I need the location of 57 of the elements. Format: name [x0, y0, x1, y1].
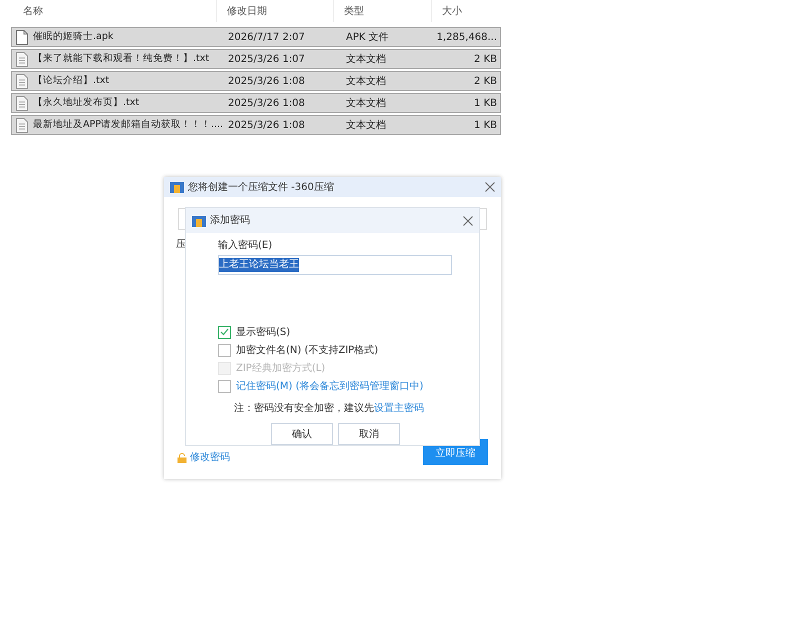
text-file-icon — [16, 52, 28, 66]
file-row[interactable]: 【永久地址发布页】.txt 2025/3/26 1:08 文本文档 1 KB — [11, 93, 501, 113]
file-type: 文本文档 — [345, 74, 387, 88]
file-row[interactable]: 【论坛介绍】.txt 2025/3/26 1:08 文本文档 2 KB — [11, 71, 501, 91]
text-file-icon — [16, 118, 28, 132]
modified-date: 2025/3/26 1:07 — [227, 52, 306, 66]
change-password-link[interactable]: 修改密码 — [190, 450, 230, 465]
checkbox-label: 加密文件名(N) (不支持ZIP格式) — [236, 344, 378, 358]
file-size: 2 KB — [473, 74, 498, 88]
set-master-password-link[interactable]: 设置主密码 — [374, 403, 424, 414]
file-size: 2 KB — [473, 52, 498, 66]
file-type: 文本文档 — [345, 118, 387, 132]
file-row[interactable]: 催眠的姬骑士.apk 2026/7/17 2:07 APK 文件 1,285,468... — [11, 27, 501, 47]
file-type: 文本文档 — [345, 52, 387, 66]
file-name: 催眠的姬骑士.apk — [33, 30, 114, 44]
dialog-button[interactable]: 确认 — [271, 423, 333, 445]
checkbox[interactable] — [218, 326, 231, 338]
archive-icon — [192, 214, 206, 226]
modified-date: 2025/3/26 1:08 — [227, 96, 306, 110]
file-name: 【来了就能下载和观看！纯免费！】.txt — [33, 52, 210, 66]
file-type: APK 文件 — [345, 30, 390, 44]
dialog-button[interactable]: 取消 — [338, 423, 400, 445]
close-icon[interactable] — [485, 182, 495, 192]
lock-icon — [177, 452, 187, 462]
password-field[interactable]: 上老王论坛当老王 — [218, 255, 452, 275]
file-name: 最新地址及APP请发邮箱自动获取！！！.... — [33, 118, 224, 132]
password-label: 输入密码(E) — [218, 238, 274, 253]
modified-date: 2025/3/26 1:08 — [227, 74, 306, 88]
checkbox-label: 记住密码(M) (将会备忘到密码管理窗口中) — [236, 380, 424, 394]
security-note: 注：密码没有安全加密，建议先 — [234, 403, 374, 414]
checkbox[interactable] — [218, 380, 231, 392]
field-label: 压 — [176, 238, 186, 252]
column-header[interactable]: 修改日期 — [227, 4, 267, 18]
password-text: 上老王论坛当老王 — [219, 258, 299, 272]
checkbox-label: ZIP经典加密方式(L) — [236, 362, 326, 376]
file-type: 文本文档 — [345, 96, 387, 110]
checkbox-label: 显示密码(S) — [236, 326, 290, 340]
column-header[interactable]: 名称 — [23, 4, 43, 18]
close-icon[interactable] — [463, 216, 473, 226]
text-file-icon — [16, 74, 28, 88]
file-size: 1 KB — [473, 118, 498, 132]
archive-icon — [170, 181, 184, 193]
modified-date: 2025/3/26 1:08 — [227, 118, 306, 132]
column-header[interactable]: 类型 — [344, 4, 364, 18]
window-title: 您将创建一个压缩文件 -360压缩 — [188, 180, 335, 194]
dialog-title: 添加密码 — [210, 214, 251, 228]
file-name: 【永久地址发布页】.txt — [33, 96, 140, 110]
file-size: 1,285,468... — [436, 30, 498, 44]
file-name: 【论坛介绍】.txt — [33, 74, 110, 88]
text-file-icon — [16, 96, 28, 110]
column-header[interactable]: 大小 — [442, 4, 462, 18]
file-row[interactable]: 【来了就能下载和观看！纯免费！】.txt 2025/3/26 1:07 文本文档 2 KB — [11, 49, 501, 69]
file-row[interactable]: 最新地址及APP请发邮箱自动获取！！！.... 2025/3/26 1:08 文本文档 1 KB — [11, 115, 501, 135]
checkbox[interactable] — [218, 344, 231, 356]
file-size: 1 KB — [473, 96, 498, 110]
document-icon — [16, 30, 28, 44]
modified-date: 2026/7/17 2:07 — [227, 30, 306, 44]
